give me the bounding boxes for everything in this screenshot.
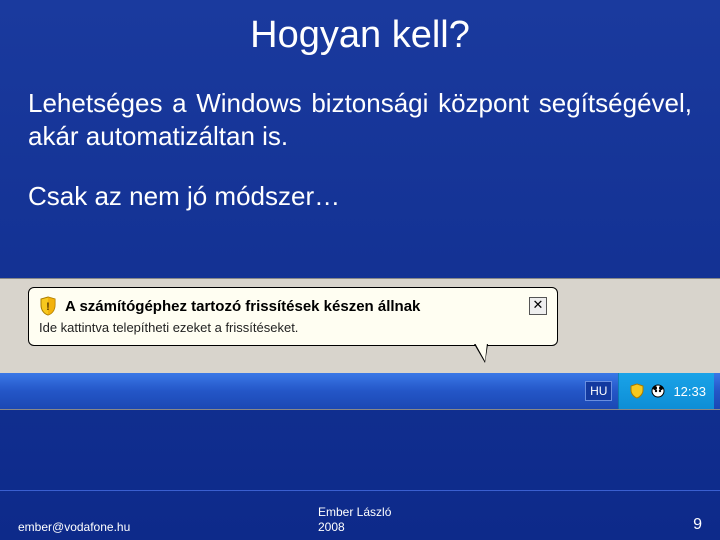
panda-tray-icon[interactable]	[650, 383, 666, 399]
footer-email: ember@vodafone.hu	[18, 520, 258, 534]
paragraph-2: Csak az nem jó módszer…	[0, 180, 720, 213]
taskbar: HU 12:33	[0, 373, 720, 409]
paragraph-1: Lehetséges a Windows biztonsági központ …	[0, 87, 720, 152]
balloon-close-button[interactable]: ✕	[529, 297, 547, 315]
update-balloon[interactable]: ! A számítógéphez tartozó frissítések ké…	[28, 287, 558, 346]
slide-title: Hogyan kell?	[0, 0, 720, 57]
slide-footer: ember@vodafone.hu Ember László 2008 9	[0, 490, 720, 540]
update-tray-icon[interactable]	[629, 383, 645, 399]
language-indicator[interactable]: HU	[585, 381, 612, 401]
balloon-message: Ide kattintva telepítheti ezeket a friss…	[39, 320, 547, 335]
footer-page-number: 9	[642, 516, 702, 534]
system-tray: 12:33	[618, 373, 714, 409]
shield-icon: !	[39, 296, 57, 316]
footer-year: 2008	[318, 520, 642, 534]
taskbar-clock[interactable]: 12:33	[673, 384, 706, 399]
footer-author: Ember László	[318, 505, 642, 519]
balloon-title: A számítógéphez tartozó frissítések kész…	[65, 298, 521, 315]
balloon-tail-fill	[475, 343, 487, 361]
svg-text:!: !	[46, 301, 50, 313]
footer-author-block: Ember László 2008	[258, 505, 642, 534]
screenshot-area: ! A számítógéphez tartozó frissítések ké…	[0, 278, 720, 410]
balloon-header: ! A számítógéphez tartozó frissítések ké…	[39, 296, 547, 316]
